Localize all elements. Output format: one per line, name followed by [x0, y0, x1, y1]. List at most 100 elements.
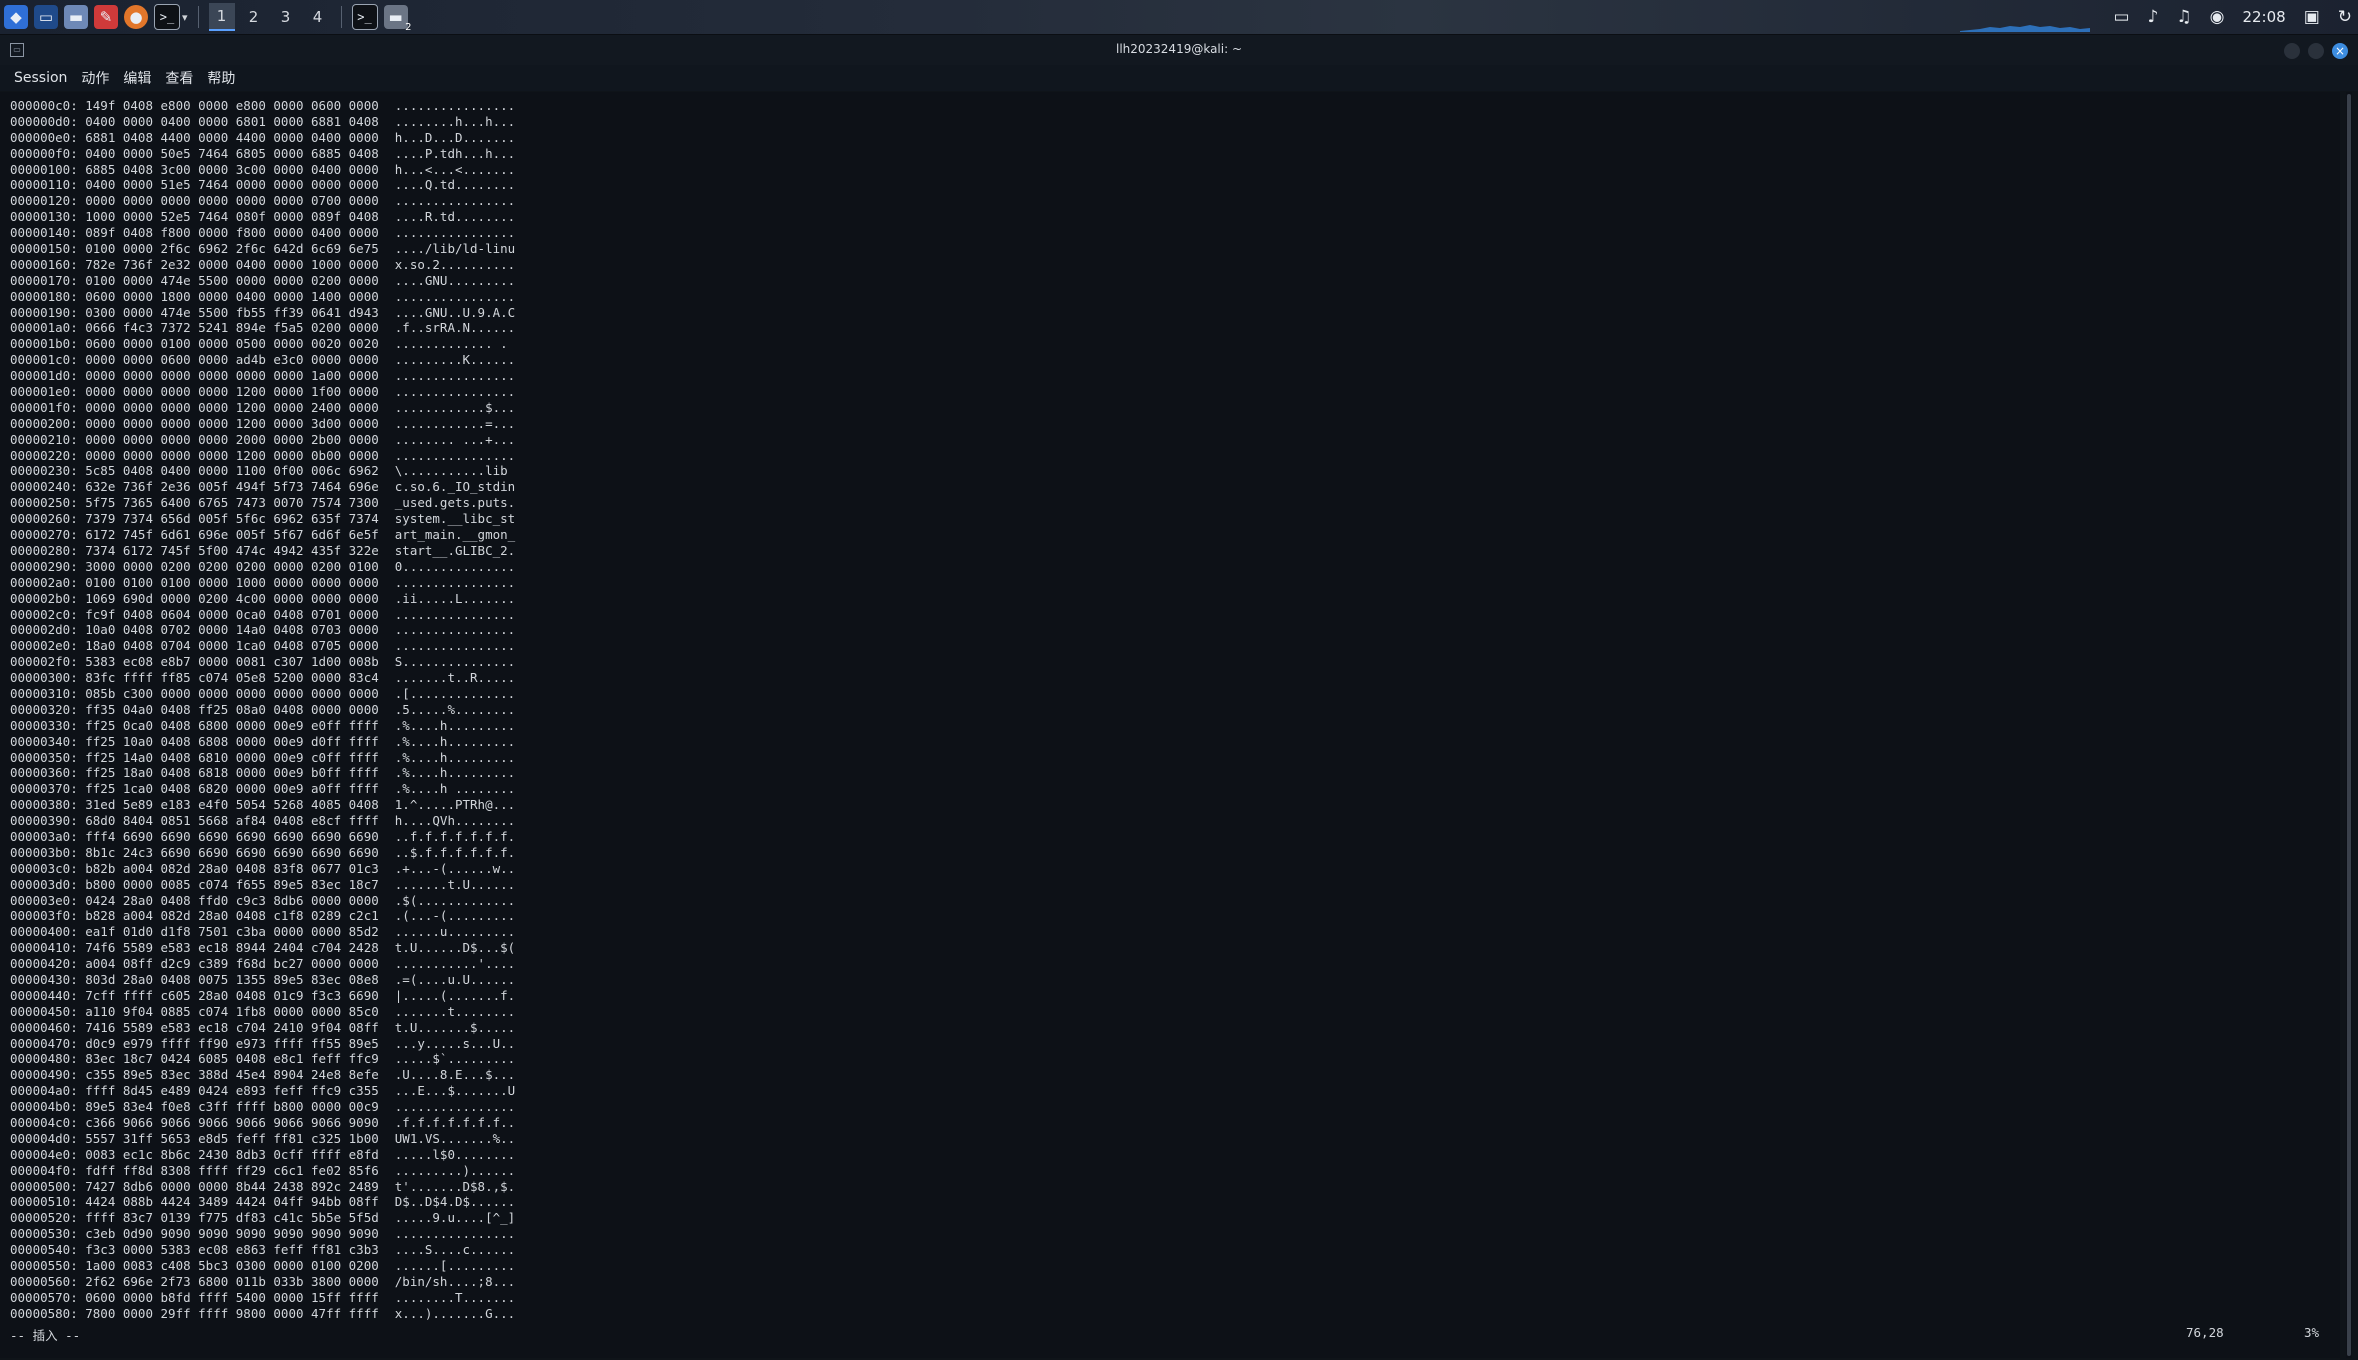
hex-bytes: 000002f0: 5383 ec08 e8b7 0000 0081 c307 … [10, 654, 379, 670]
hex-bytes: 00000120: 0000 0000 0000 0000 0000 0000 … [10, 193, 379, 209]
ascii-column: ........T....... [394, 1289, 516, 1305]
text-editor-icon[interactable]: ✎ [94, 5, 118, 29]
ascii-column: /bin/sh....;8... [394, 1273, 516, 1289]
logout-icon[interactable]: ↻ [2338, 7, 2352, 27]
ascii-column: t'.......D$8.,$. [394, 1178, 516, 1194]
workspace-2[interactable]: 2 [241, 3, 267, 31]
ascii-column: h...<...<....... [394, 161, 516, 177]
workspace-4[interactable]: 4 [305, 3, 331, 31]
hex-bytes: 000002a0: 0100 0100 0100 0000 1000 0000 … [10, 574, 379, 590]
hex-bytes: 00000430: 803d 28a0 0408 0075 1355 89e5 … [10, 971, 379, 987]
terminal-task-icon[interactable]: >_ [351, 4, 378, 30]
window-titlebar[interactable]: ▭ llh20232419@kali: ~ × [0, 35, 2358, 65]
hex-bytes: 00000100: 6885 0408 3c00 0000 3c00 0000 … [10, 161, 379, 177]
ascii-column: .%....h......... [394, 733, 516, 749]
ascii-column: t.U......D$...$( [394, 940, 516, 956]
ascii-column: .$(............. [394, 892, 516, 908]
chevron-down-icon[interactable]: ▾ [182, 11, 188, 24]
hex-line: 00000240: 632e 736f 2e36 005f 494f 5f73 … [10, 479, 515, 495]
scrollbar[interactable] [2346, 92, 2352, 1358]
ascii-column: ...y.....s...U.. [394, 1035, 516, 1051]
hex-line: 00000350: ff25 14a0 0408 6810 0000 00e9 … [10, 750, 515, 766]
ascii-column: .........K...... [394, 352, 516, 368]
hex-line: 00000160: 782e 736f 2e32 0000 0400 0000 … [10, 257, 515, 273]
menu-actions[interactable]: 动作 [81, 68, 109, 88]
terminal-launcher-icon[interactable]: ▭ [34, 5, 58, 29]
ascii-column: .[.............. [394, 685, 516, 701]
hex-line: 00000260: 7379 7374 656d 005f 5f6c 6962 … [10, 511, 515, 527]
hex-bytes: 00000580: 7800 0000 29ff ffff 9800 0000 … [10, 1305, 379, 1321]
hex-bytes: 00000200: 0000 0000 0000 0000 1200 0000 … [10, 415, 379, 431]
taskbar-launchers: ◆ ▭ ▬ ✎ ● >_ ▾ 1 2 3 4 >_ ▬ 2 [4, 3, 412, 33]
hex-bytes: 00000220: 0000 0000 0000 0000 1200 0000 … [10, 447, 379, 463]
maximize-button[interactable] [2308, 43, 2324, 59]
hex-line: 00000140: 089f 0408 f800 0000 f800 0000 … [10, 225, 515, 241]
folder-icon[interactable]: ▬ [64, 5, 88, 29]
hex-line: 000002d0: 10a0 0408 0702 0000 14a0 0408 … [10, 622, 515, 638]
ascii-column: |.....(.......f. [394, 987, 516, 1003]
hex-bytes: 000004a0: ffff 8d45 e489 0424 e893 feff … [10, 1083, 379, 1099]
menu-help[interactable]: 帮助 [207, 68, 235, 88]
ascii-column: ............. . [394, 336, 508, 352]
menu-edit[interactable]: 编辑 [123, 68, 151, 88]
ascii-column: _used.gets.puts. [394, 495, 516, 511]
clock[interactable]: 22:08 [2242, 8, 2285, 26]
hex-bytes: 000003c0: b82b a004 082d 28a0 0408 83f8 … [10, 860, 379, 876]
ascii-column: ....S....c...... [394, 1242, 516, 1258]
scrollbar-thumb[interactable] [2347, 94, 2351, 1356]
file-manager-task-icon[interactable]: ▬ 2 [383, 5, 412, 33]
menu-view[interactable]: 查看 [165, 68, 193, 88]
hex-bytes: 00000270: 6172 745f 6d61 696e 005f 5f67 … [10, 527, 379, 543]
hex-line: 00000580: 7800 0000 29ff ffff 9800 0000 … [10, 1306, 515, 1322]
hex-line: 000002e0: 18a0 0408 0704 0000 1ca0 0408 … [10, 638, 515, 654]
lock-icon[interactable]: ▣ [2304, 7, 2320, 27]
display-icon[interactable]: ▭ [2113, 7, 2129, 27]
ascii-column: ................ [394, 368, 516, 384]
hex-bytes: 000001b0: 0600 0000 0100 0000 0500 0000 … [10, 336, 379, 352]
ascii-column: S............... [394, 654, 516, 670]
hex-bytes: 000000f0: 0400 0000 50e5 7464 6805 0000 … [10, 145, 379, 161]
ascii-column: .%....h......... [394, 717, 516, 733]
ascii-column: ......[......... [394, 1258, 516, 1274]
hex-bytes: 00000110: 0400 0000 51e5 7464 0000 0000 … [10, 177, 379, 193]
scroll-percent: 3% [2304, 1325, 2320, 1340]
close-button[interactable]: × [2332, 43, 2348, 59]
power-icon[interactable]: ◉ [2210, 7, 2225, 27]
hex-line: 00000200: 0000 0000 0000 0000 1200 0000 … [10, 416, 515, 432]
hex-line: 000004c0: c366 9066 9066 9066 9066 9066 … [10, 1115, 515, 1131]
hex-line: 00000540: f3c3 0000 5383 ec08 e863 feff … [10, 1242, 515, 1258]
notification-bell-icon[interactable]: ♫ [2176, 7, 2191, 27]
minimize-button[interactable] [2284, 43, 2300, 59]
hex-line: 00000570: 0600 0000 b8fd ffff 5400 0000 … [10, 1290, 515, 1306]
hex-line: 000004d0: 5557 31ff 5653 e8d5 feff ff81 … [10, 1131, 515, 1147]
hex-bytes: 00000480: 83ec 18c7 0424 6085 0408 e8c1 … [10, 1051, 379, 1067]
workspace-1[interactable]: 1 [208, 3, 235, 31]
terminal-area[interactable]: 000000c0: 149f 0408 e800 0000 e800 0000 … [0, 92, 2340, 1358]
hex-bytes: 000004d0: 5557 31ff 5653 e8d5 feff ff81 … [10, 1130, 379, 1146]
hex-line: 00000100: 6885 0408 3c00 0000 3c00 0000 … [10, 162, 515, 178]
hex-line: 00000370: ff25 1ca0 0408 6820 0000 00e9 … [10, 781, 515, 797]
hex-bytes: 00000320: ff35 04a0 0408 ff25 08a0 0408 … [10, 701, 379, 717]
hex-bytes: 00000170: 0100 0000 474e 5500 0000 0000 … [10, 272, 379, 288]
menu-session[interactable]: Session [14, 70, 67, 86]
hex-line: 00000510: 4424 088b 4424 3489 4424 04ff … [10, 1194, 515, 1210]
taskbar-separator [197, 6, 199, 28]
hex-bytes: 00000240: 632e 736f 2e36 005f 494f 5f73 … [10, 479, 379, 495]
system-tray: ▭ ♪ ♫ ◉ 22:08 ▣ ↻ [2113, 3, 2352, 31]
terminal-icon[interactable]: >_ [154, 4, 180, 30]
volume-icon[interactable]: ♪ [2148, 7, 2159, 27]
hex-bytes: 00000280: 7374 6172 745f 5f00 474c 4942 … [10, 542, 379, 558]
ascii-column: .......t..R..... [394, 670, 516, 686]
kali-menu-icon[interactable]: ◆ [4, 5, 28, 29]
ascii-column: .+...-(......w.. [394, 860, 516, 876]
ascii-column: art_main.__gmon_ [394, 527, 516, 543]
ascii-column: .ii.....L....... [394, 590, 516, 606]
hex-line: 00000150: 0100 0000 2f6c 6962 2f6c 642d … [10, 241, 515, 257]
hex-bytes: 00000510: 4424 088b 4424 3489 4424 04ff … [10, 1194, 379, 1210]
workspace-3[interactable]: 3 [273, 3, 299, 31]
firefox-icon[interactable]: ● [124, 5, 148, 29]
ascii-column: t.U.......$..... [394, 1019, 516, 1035]
ascii-column: ........h...h... [394, 113, 516, 129]
hex-bytes: 00000130: 1000 0000 52e5 7464 080f 0000 … [10, 209, 379, 225]
hex-line: 000004a0: ffff 8d45 e489 0424 e893 feff … [10, 1083, 515, 1099]
